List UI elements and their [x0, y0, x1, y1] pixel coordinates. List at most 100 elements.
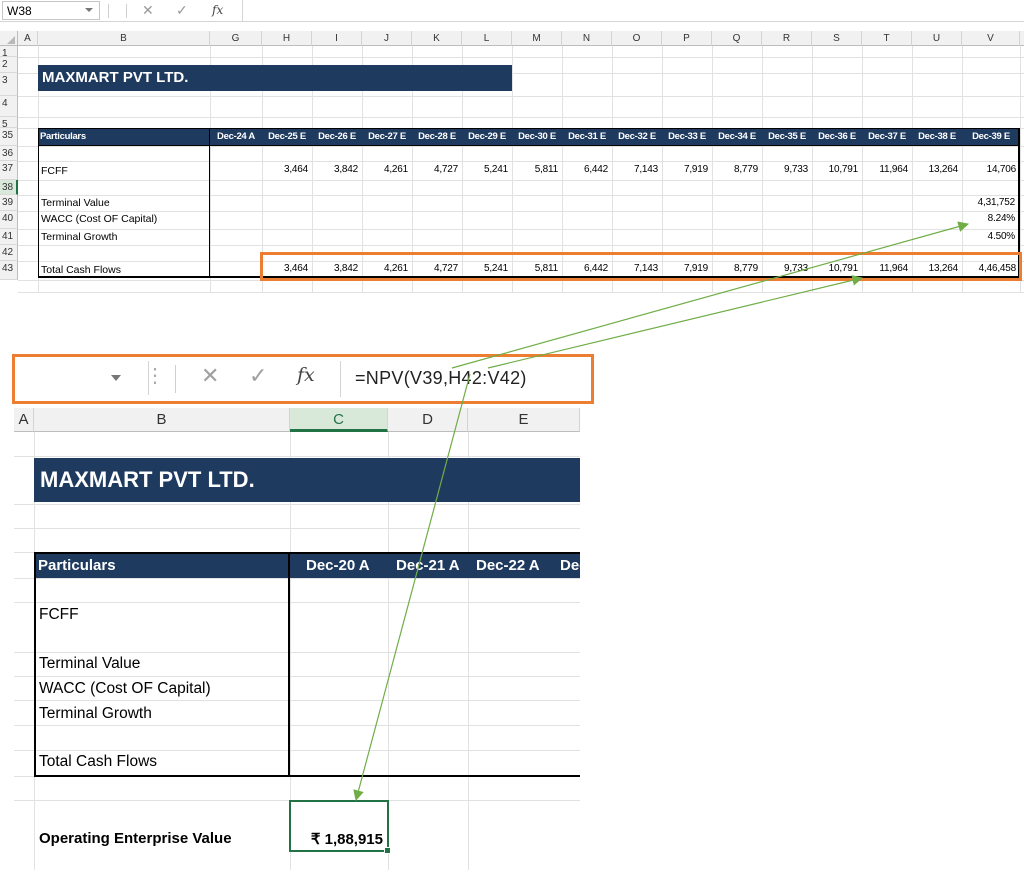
operating-enterprise-value-cell[interactable]: ₹ 1,88,915: [289, 800, 391, 854]
insert-function-icon[interactable]: fx: [297, 364, 315, 386]
zoomed-spreadsheet: ABCDE MAXMART PVT LTD. Particulars Dec-2…: [14, 408, 580, 870]
column-header-a[interactable]: A: [18, 31, 38, 46]
screenshot-canvas: W38 ✕ ✓ fx ABGHIJKLMNOPQRSTUV 1 2 3 4 5 35 36 3…: [0, 0, 1024, 873]
fcff-cell[interactable]: 3,464: [262, 162, 308, 178]
cancel-icon[interactable]: ✕: [142, 2, 154, 19]
zoomed-top-border: [34, 552, 580, 554]
terminal-value-cell[interactable]: 4,31,752: [965, 195, 1016, 211]
zoomed-wacc-label: WACC (Cost OF Capital): [39, 680, 211, 697]
zoomed-column-header-c[interactable]: C: [290, 408, 388, 432]
zoomed-terminal-value-label: Terminal Value: [39, 655, 141, 672]
fcff-cell[interactable]: 8,779: [712, 162, 758, 178]
row-header-43[interactable]: 43: [0, 261, 18, 280]
terminal-growth-label: Terminal Growth: [41, 231, 118, 243]
row-header-38[interactable]: 38: [0, 180, 18, 195]
insert-function-icon[interactable]: fx: [212, 3, 223, 17]
fcff-cell[interactable]: 5,241: [462, 162, 508, 178]
more-icon: ⋮: [145, 365, 165, 387]
cancel-icon[interactable]: ✕: [201, 363, 219, 389]
column-header-r[interactable]: R: [762, 31, 812, 46]
row-header-41[interactable]: 41: [0, 229, 18, 245]
column-headers: ABGHIJKLMNOPQRSTUV: [0, 31, 1024, 46]
zoomed-formula-bar: ⋮ ✕ ✓ fx =NPV(V39,H42:V42): [12, 354, 594, 404]
column-header-g[interactable]: G: [210, 31, 262, 46]
zoomed-column-header-a[interactable]: A: [14, 408, 34, 432]
enter-icon[interactable]: ✓: [249, 363, 267, 389]
fcff-cell[interactable]: 10,791: [812, 162, 859, 178]
row-header-36[interactable]: 36: [0, 146, 18, 161]
row-header-2[interactable]: 2: [0, 57, 18, 73]
grid-line: [14, 504, 580, 505]
grid-line: [18, 57, 1024, 58]
total-cash-flows-label: Total Cash Flows: [41, 264, 121, 276]
zoomed-name-box[interactable]: [19, 361, 149, 395]
wacc-cell[interactable]: 8.24%: [965, 211, 1016, 227]
fcff-cell[interactable]: 7,143: [612, 162, 658, 178]
fcff-cell[interactable]: 4,727: [412, 162, 458, 178]
grid-line: [18, 292, 1024, 293]
row-header-40[interactable]: 40: [0, 211, 18, 229]
fcff-cell[interactable]: 11,964: [862, 162, 908, 178]
zoomed-period-header: Dec-22 A: [476, 557, 540, 574]
grid-line: [18, 117, 1024, 118]
row-header-35[interactable]: 35: [0, 128, 18, 146]
zoomed-bottom-border: [34, 775, 580, 777]
name-box[interactable]: W38: [2, 1, 100, 20]
column-header-t[interactable]: T: [862, 31, 912, 46]
column-header-i[interactable]: I: [312, 31, 362, 46]
column-header-l[interactable]: L: [462, 31, 512, 46]
row-header-39[interactable]: 39: [0, 195, 18, 211]
grid-line: [14, 456, 580, 457]
chevron-down-icon[interactable]: [111, 375, 121, 381]
chevron-down-icon[interactable]: [85, 8, 93, 12]
column-header-p[interactable]: P: [662, 31, 712, 46]
wacc-label: WACC (Cost OF Capital): [41, 213, 158, 225]
row-header-42[interactable]: 42: [0, 245, 18, 261]
zoomed-column-header-e[interactable]: E: [468, 408, 580, 432]
row-header-4[interactable]: 4: [0, 96, 18, 117]
divider: [175, 365, 176, 393]
terminal-value-label: Terminal Value: [41, 197, 110, 209]
header-border: [38, 128, 1020, 146]
formula-input[interactable]: [242, 0, 1024, 21]
column-header-m[interactable]: M: [512, 31, 562, 46]
column-header-k[interactable]: K: [412, 31, 462, 46]
column-header-q[interactable]: Q: [712, 31, 762, 46]
column-header-j[interactable]: J: [362, 31, 412, 46]
select-all-corner[interactable]: [0, 31, 18, 46]
column-header-s[interactable]: S: [812, 31, 862, 46]
column-header-v[interactable]: V: [962, 31, 1020, 46]
fcff-cell[interactable]: 6,442: [562, 162, 608, 178]
fcff-cell[interactable]: 9,733: [762, 162, 808, 178]
zoomed-period-header: Dec-20 A: [306, 557, 370, 574]
company-banner: MAXMART PVT LTD.: [38, 65, 512, 91]
row-header-1[interactable]: 1: [0, 46, 18, 59]
divider: [340, 361, 341, 397]
row-header-37[interactable]: 37: [0, 161, 18, 180]
fcff-cell[interactable]: 3,842: [312, 162, 358, 178]
zoomed-period-header: Dec-21 A: [396, 557, 460, 574]
column-header-h[interactable]: H: [262, 31, 312, 46]
fcff-cell[interactable]: 4,261: [362, 162, 408, 178]
column-header-o[interactable]: O: [612, 31, 662, 46]
fcff-cell[interactable]: 5,811: [512, 162, 558, 178]
column-header-u[interactable]: U: [912, 31, 962, 46]
row-header-5[interactable]: 5: [0, 117, 18, 130]
column-header-b[interactable]: B: [38, 31, 210, 46]
zoomed-company-name: MAXMART PVT LTD.: [40, 467, 255, 492]
fcff-label: FCFF: [41, 165, 68, 177]
cash-flow-range-highlight: [260, 252, 1022, 281]
row-header-3[interactable]: 3: [0, 73, 18, 96]
fcff-cell[interactable]: 7,919: [662, 162, 708, 178]
formula-text[interactable]: =NPV(V39,H42:V42): [355, 368, 527, 389]
fcff-cell[interactable]: 14,706: [962, 162, 1017, 178]
divider: [108, 4, 109, 18]
zoomed-column-header-b[interactable]: B: [34, 408, 290, 432]
enter-icon[interactable]: ✓: [176, 2, 188, 19]
column-header-n[interactable]: N: [562, 31, 612, 46]
zoomed-column-header-d[interactable]: D: [388, 408, 468, 432]
fcff-cell[interactable]: 13,264: [912, 162, 959, 178]
top-spreadsheet: W38 ✕ ✓ fx ABGHIJKLMNOPQRSTUV 1 2 3 4 5 35 36 3…: [0, 0, 1024, 293]
terminal-growth-cell[interactable]: 4.50%: [965, 229, 1016, 245]
fill-handle[interactable]: [384, 847, 391, 854]
